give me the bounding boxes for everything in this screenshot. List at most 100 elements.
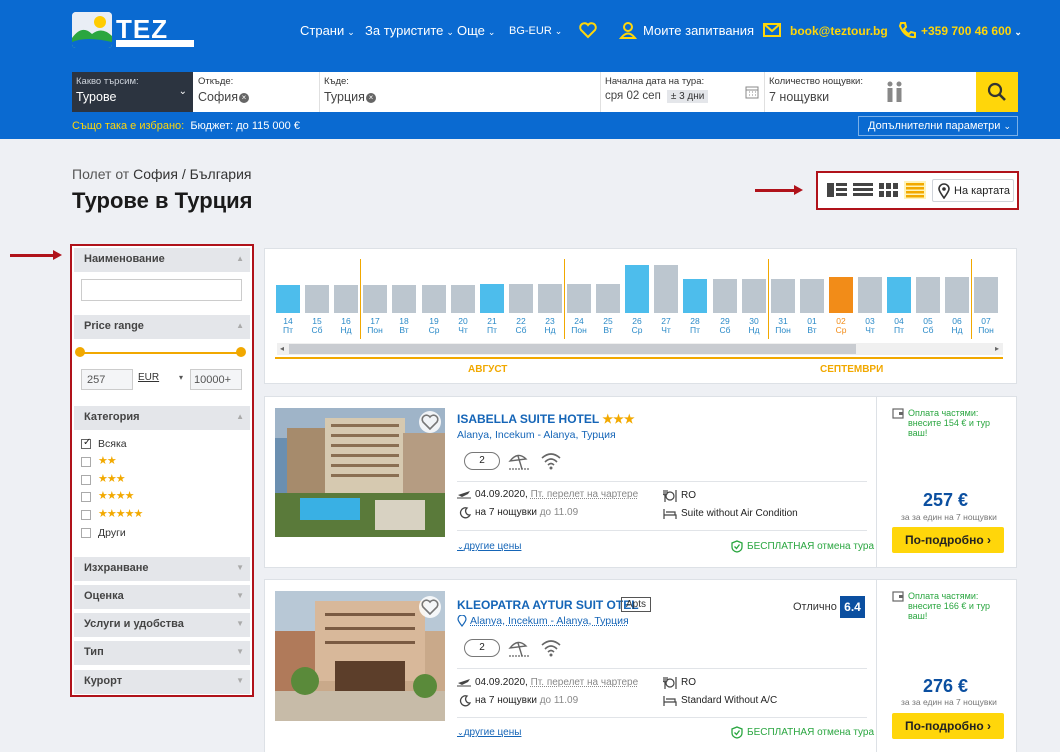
- calendar-day-label[interactable]: 30 Нд: [742, 317, 766, 335]
- filter-category-header[interactable]: Категория ▲: [74, 406, 250, 430]
- calendar-day-bar[interactable]: [509, 284, 533, 313]
- date-field[interactable]: Начална дата на тура: сря 02 сеп ± 3 дни: [600, 72, 764, 112]
- calendar-day-label[interactable]: 16 Нд: [334, 317, 358, 335]
- extra-params-button[interactable]: Допълнителни параметри ⌄: [858, 116, 1018, 136]
- filter-price-header[interactable]: Price range ▲: [74, 315, 250, 339]
- category-3star-checkbox[interactable]: [81, 475, 91, 485]
- from-field[interactable]: Откъде: София ×: [194, 72, 320, 112]
- calendar-day-bar[interactable]: [713, 279, 737, 313]
- calendar-day-label[interactable]: 05 Сб: [916, 317, 940, 335]
- tile-view-icon[interactable]: [879, 182, 899, 198]
- calendar-day-bar[interactable]: [363, 285, 387, 313]
- compact-list-view-icon[interactable]: [904, 181, 926, 199]
- calendar-day-bar[interactable]: [538, 284, 562, 313]
- calendar-day-bar[interactable]: [945, 277, 969, 313]
- price-min-input[interactable]: 257: [81, 369, 133, 390]
- flight-type[interactable]: Пт. перелет на чартере: [531, 489, 639, 500]
- scroll-left-icon[interactable]: ◂: [280, 344, 284, 353]
- calendar-day-bar[interactable]: [392, 285, 416, 313]
- price-max-input[interactable]: 10000+: [190, 369, 242, 390]
- calendar-day-bar[interactable]: [567, 284, 591, 313]
- heart-icon[interactable]: [578, 20, 598, 40]
- calendar-day-label[interactable]: 14 Пт: [276, 317, 300, 335]
- calendar-day-label[interactable]: 26 Ср: [625, 317, 649, 335]
- rating-score[interactable]: 6.4: [840, 596, 865, 618]
- filter-meal-header[interactable]: Изхранване ▼: [74, 557, 250, 581]
- calendar-day-bar[interactable]: [305, 285, 329, 313]
- calendar-day-label[interactable]: 21 Пт: [480, 317, 504, 335]
- price-slider-max-handle[interactable]: [236, 347, 246, 357]
- budget-value[interactable]: Бюджет: до 115 000 €: [190, 120, 300, 132]
- calendar-day-bar[interactable]: [596, 284, 620, 313]
- to-field[interactable]: Къде: Турция ×: [320, 72, 600, 112]
- scroll-right-icon[interactable]: ▸: [995, 344, 999, 353]
- calendar-day-bar[interactable]: [625, 265, 649, 313]
- hotel-name[interactable]: ISABELLA SUITE HOTEL ★★★: [457, 412, 635, 426]
- calendar-day-label[interactable]: 31 Пон: [771, 317, 795, 335]
- calendar-day-label[interactable]: 24 Пон: [567, 317, 591, 335]
- calendar-day-label[interactable]: 06 Нд: [945, 317, 969, 335]
- calendar-day-label[interactable]: 29 Сб: [713, 317, 737, 335]
- calendar-day-bar[interactable]: [654, 265, 678, 313]
- calendar-day-label[interactable]: 18 Вт: [392, 317, 416, 335]
- flight-type[interactable]: Пт. перелет на чартере: [531, 677, 639, 688]
- calendar-day-label[interactable]: 19 Ср: [422, 317, 446, 335]
- details-button[interactable]: По-подробно ›: [892, 527, 1004, 553]
- contact-phone[interactable]: +359 700 46 600 ⌄: [921, 24, 1022, 38]
- calendar-day-bar[interactable]: [422, 285, 446, 313]
- nav-my-requests[interactable]: Моите запитвания: [643, 23, 754, 38]
- category-2star-checkbox[interactable]: [81, 457, 91, 467]
- calendar-day-label[interactable]: 25 Вт: [596, 317, 620, 335]
- search-type-select[interactable]: Какво търсим: Турове ⌄: [72, 72, 193, 112]
- price-slider-min-handle[interactable]: [75, 347, 85, 357]
- calendar-day-label[interactable]: 03 Чт: [858, 317, 882, 335]
- calendar-day-bar[interactable]: [858, 277, 882, 313]
- other-prices-link[interactable]: ⌄другие цены: [457, 541, 521, 552]
- favorite-heart-icon[interactable]: [419, 411, 441, 433]
- free-cancellation[interactable]: БЕСПЛАТНАЯ отмена тура: [747, 541, 874, 552]
- calendar-day-bar[interactable]: [887, 277, 911, 313]
- list-view-icon[interactable]: [853, 182, 873, 198]
- category-5star-checkbox[interactable]: [81, 510, 91, 520]
- calendar-day-label[interactable]: 04 Пт: [887, 317, 911, 335]
- clear-icon[interactable]: ×: [239, 92, 250, 103]
- tez-tour-logo[interactable]: TEZ: [72, 12, 196, 48]
- calendar-day-bar[interactable]: [480, 284, 504, 313]
- calendar-day-label[interactable]: 20 Чт: [451, 317, 475, 335]
- calendar-day-bar[interactable]: [771, 279, 795, 313]
- calendar-day-bar[interactable]: [334, 285, 358, 313]
- search-button[interactable]: [976, 72, 1018, 112]
- calendar-day-label[interactable]: 01 Вт: [800, 317, 824, 335]
- nights-field[interactable]: Количество нощувки: 7 нощувки: [764, 72, 974, 112]
- calendar-day-bar[interactable]: [742, 279, 766, 313]
- travelers-icon[interactable]: [885, 81, 905, 103]
- calendar-day-label[interactable]: 07 Пон: [974, 317, 998, 335]
- details-button[interactable]: По-подробно ›: [892, 713, 1004, 739]
- nav-for-tourists[interactable]: За туристите ⌄: [365, 23, 454, 38]
- clear-icon[interactable]: ×: [365, 92, 376, 103]
- calendar-scrollbar-thumb[interactable]: [289, 344, 856, 354]
- calendar-day-bar[interactable]: [916, 277, 940, 313]
- calendar-day-label[interactable]: 15 Сб: [305, 317, 329, 335]
- nav-countries[interactable]: Страни ⌄: [300, 23, 355, 38]
- calendar-day-label[interactable]: 02 Ср: [829, 317, 853, 335]
- calendar-day-bar[interactable]: [829, 277, 853, 313]
- other-prices-link[interactable]: ⌄другие цены: [457, 727, 521, 738]
- contact-email[interactable]: book@teztour.bg: [790, 24, 888, 38]
- hotel-location[interactable]: Alanya, Incekum - Alanya, Турция: [457, 429, 616, 441]
- filter-amenities-header[interactable]: Услуги и удобства ▼: [74, 613, 250, 637]
- favorite-heart-icon[interactable]: [419, 596, 441, 618]
- crumb-city[interactable]: София / България: [133, 166, 251, 182]
- calendar-day-label[interactable]: 27 Чт: [654, 317, 678, 335]
- currency-select[interactable]: EUR: [138, 372, 159, 383]
- calendar-day-label[interactable]: 22 Сб: [509, 317, 533, 335]
- hotel-name-input[interactable]: [81, 279, 242, 301]
- calendar-icon[interactable]: [745, 85, 759, 99]
- category-all-checkbox[interactable]: ✓: [81, 437, 91, 449]
- calendar-day-bar[interactable]: [800, 279, 824, 313]
- category-4star-checkbox[interactable]: [81, 492, 91, 502]
- calendar-day-label[interactable]: 17 Пон: [363, 317, 387, 335]
- calendar-day-label[interactable]: 23 Нд: [538, 317, 562, 335]
- nav-more[interactable]: Още ⌄: [457, 23, 495, 38]
- map-view-button[interactable]: На картата: [932, 179, 1014, 202]
